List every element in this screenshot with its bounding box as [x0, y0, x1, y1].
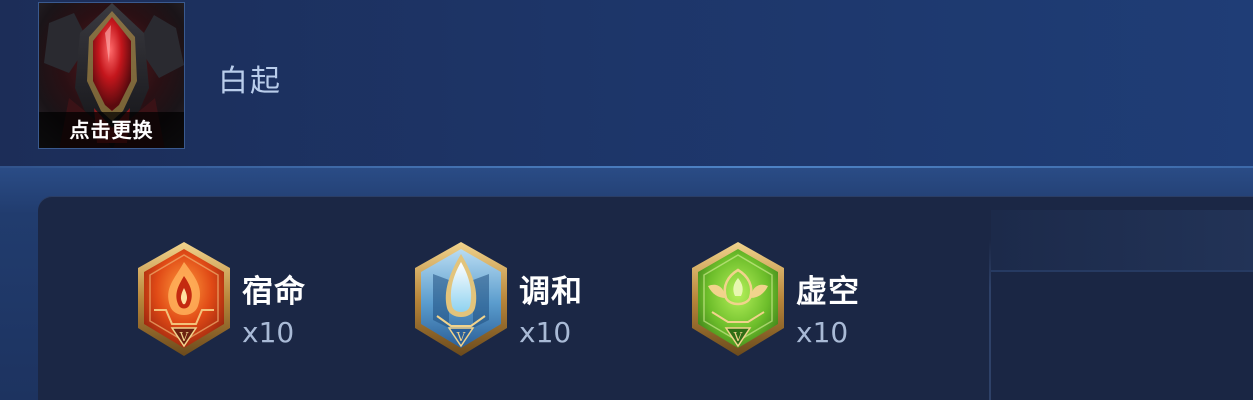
rune-count: x10	[796, 316, 849, 349]
svg-text:V: V	[456, 330, 466, 344]
rune-green[interactable]: V 虚空 x10	[688, 240, 938, 360]
rune-name: 宿命	[242, 274, 306, 310]
rune-blue[interactable]: V 调和 x10	[411, 240, 661, 360]
change-avatar-label: 点击更换	[39, 112, 184, 148]
leaf-emblem-icon: V	[692, 242, 784, 356]
svg-text:V: V	[179, 330, 189, 344]
rune-name: 调和	[519, 274, 583, 310]
droplet-emblem-icon: V	[415, 242, 507, 356]
rune-count: x10	[519, 316, 572, 349]
hero-avatar-button[interactable]: 点击更换	[38, 2, 185, 149]
rune-red[interactable]: V 宿命 x10	[134, 240, 384, 360]
header-band	[0, 0, 1253, 168]
hero-name: 白起	[218, 64, 282, 99]
rune-count: x10	[242, 316, 295, 349]
rune-name: 虚空	[796, 274, 860, 310]
panel-side-bottom	[991, 270, 1253, 400]
svg-text:V: V	[733, 330, 743, 344]
panel-divider	[989, 240, 991, 400]
panel-side-top	[991, 210, 1253, 270]
rune-loadout-screen: 点击更换 白起 V 宿命 x10 V 调和 x10 V 虚空 x10	[0, 0, 1253, 400]
flame-emblem-icon: V	[138, 242, 230, 356]
